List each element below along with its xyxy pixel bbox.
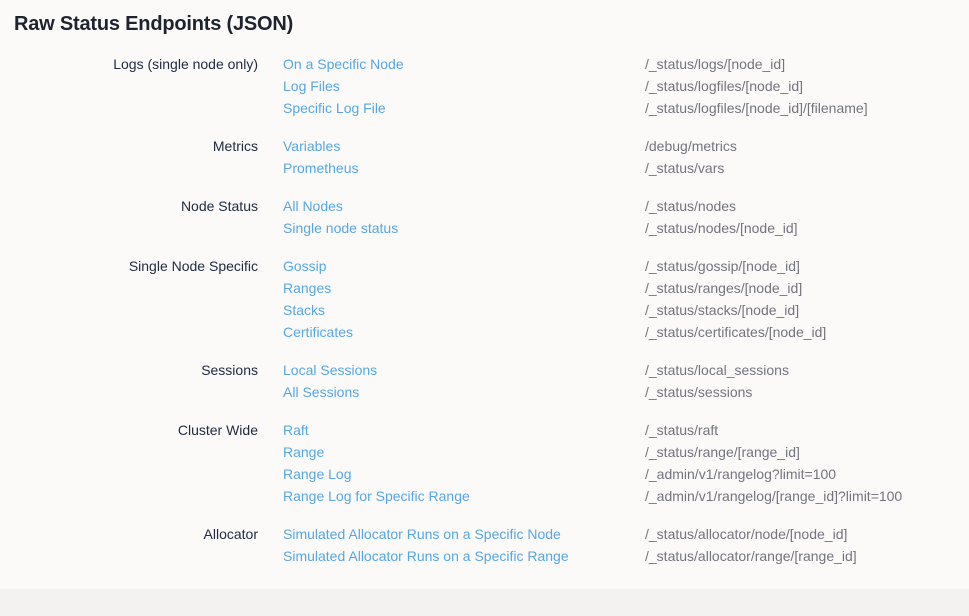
endpoint-links: GossipRangesStacksCertificates bbox=[283, 255, 645, 343]
endpoint-path: /_status/vars bbox=[645, 157, 969, 179]
endpoint-links: RaftRangeRange LogRange Log for Specific… bbox=[283, 419, 645, 507]
endpoint-link[interactable]: Simulated Allocator Runs on a Specific R… bbox=[283, 545, 645, 567]
endpoint-path: /_status/sessions bbox=[645, 381, 969, 403]
endpoint-link[interactable]: Variables bbox=[283, 135, 645, 157]
endpoint-link[interactable]: Local Sessions bbox=[283, 359, 645, 381]
endpoint-group: Single Node Specific GossipRangesStacksCe… bbox=[0, 255, 969, 343]
page-title: Raw Status Endpoints (JSON) bbox=[14, 13, 969, 36]
endpoint-path: /debug/metrics bbox=[645, 135, 969, 157]
endpoint-link[interactable]: Single node status bbox=[283, 217, 645, 239]
endpoint-paths: /debug/metrics/_status/vars bbox=[645, 135, 969, 179]
endpoint-path: /_status/nodes/[node_id] bbox=[645, 217, 969, 239]
endpoint-path: /_status/range/[range_id] bbox=[645, 441, 969, 463]
endpoint-paths: /_status/allocator/node/[node_id]/_statu… bbox=[645, 523, 969, 567]
category-label: Allocator bbox=[0, 523, 258, 567]
endpoint-link[interactable]: Log Files bbox=[283, 75, 645, 97]
endpoint-path: /_admin/v1/rangelog/[range_id]?limit=100 bbox=[645, 485, 969, 507]
endpoint-path: /_status/allocator/node/[node_id] bbox=[645, 523, 969, 545]
endpoint-path: /_admin/v1/rangelog?limit=100 bbox=[645, 463, 969, 485]
endpoint-link[interactable]: Prometheus bbox=[283, 157, 645, 179]
endpoint-link[interactable]: All Nodes bbox=[283, 195, 645, 217]
endpoint-link[interactable]: Range Log for Specific Range bbox=[283, 485, 645, 507]
endpoint-link[interactable]: All Sessions bbox=[283, 381, 645, 403]
endpoint-path: /_status/logfiles/[node_id] bbox=[645, 75, 969, 97]
endpoint-path: /_status/nodes bbox=[645, 195, 969, 217]
endpoint-link[interactable]: On a Specific Node bbox=[283, 53, 645, 75]
endpoint-links: All NodesSingle node status bbox=[283, 195, 645, 239]
endpoint-groups: Logs (single node only) On a Specific Nod… bbox=[0, 53, 969, 567]
endpoint-path: /_status/raft bbox=[645, 419, 969, 441]
endpoint-link[interactable]: Ranges bbox=[283, 277, 645, 299]
endpoint-path: /_status/gossip/[node_id] bbox=[645, 255, 969, 277]
endpoint-path: /_status/certificates/[node_id] bbox=[645, 321, 969, 343]
page: Raw Status Endpoints (JSON) Logs (single… bbox=[0, 13, 969, 616]
endpoint-links: Local SessionsAll Sessions bbox=[283, 359, 645, 403]
endpoint-link[interactable]: Certificates bbox=[283, 321, 645, 343]
endpoint-group: Allocator Simulated Allocator Runs on a S… bbox=[0, 523, 969, 567]
endpoint-links: On a Specific NodeLog FilesSpecific Log … bbox=[283, 53, 645, 119]
endpoint-paths: /_status/local_sessions/_status/sessions bbox=[645, 359, 969, 403]
endpoint-paths: /_status/raft/_status/range/[range_id]/_… bbox=[645, 419, 969, 507]
endpoint-link[interactable]: Raft bbox=[283, 419, 645, 441]
endpoint-path: /_status/logs/[node_id] bbox=[645, 53, 969, 75]
endpoint-links: Simulated Allocator Runs on a Specific N… bbox=[283, 523, 645, 567]
endpoint-group: Logs (single node only) On a Specific Nod… bbox=[0, 53, 969, 119]
endpoint-group: Sessions Local SessionsAll Sessions/_stat… bbox=[0, 359, 969, 403]
endpoint-path: /_status/allocator/range/[range_id] bbox=[645, 545, 969, 567]
category-label: Cluster Wide bbox=[0, 419, 258, 507]
endpoint-link[interactable]: Range Log bbox=[283, 463, 645, 485]
category-label: Metrics bbox=[0, 135, 258, 179]
category-label: Node Status bbox=[0, 195, 258, 239]
endpoint-paths: /_status/nodes/_status/nodes/[node_id] bbox=[645, 195, 969, 239]
endpoint-path: /_status/logfiles/[node_id]/[filename] bbox=[645, 97, 969, 119]
endpoint-path: /_status/ranges/[node_id] bbox=[645, 277, 969, 299]
endpoint-group: Metrics VariablesPrometheus/debug/metrics… bbox=[0, 135, 969, 179]
endpoint-paths: /_status/gossip/[node_id]/_status/ranges… bbox=[645, 255, 969, 343]
endpoint-group: Node Status All NodesSingle node status/_… bbox=[0, 195, 969, 239]
endpoint-paths: /_status/logs/[node_id]/_status/logfiles… bbox=[645, 53, 969, 119]
category-label: Single Node Specific bbox=[0, 255, 258, 343]
endpoint-link[interactable]: Simulated Allocator Runs on a Specific N… bbox=[283, 523, 645, 545]
endpoint-path: /_status/stacks/[node_id] bbox=[645, 299, 969, 321]
endpoint-group: Cluster Wide RaftRangeRange LogRange Log … bbox=[0, 419, 969, 507]
category-label: Sessions bbox=[0, 359, 258, 403]
endpoint-link[interactable]: Range bbox=[283, 441, 645, 463]
endpoint-link[interactable]: Specific Log File bbox=[283, 97, 645, 119]
endpoint-link[interactable]: Gossip bbox=[283, 255, 645, 277]
endpoint-path: /_status/local_sessions bbox=[645, 359, 969, 381]
endpoint-links: VariablesPrometheus bbox=[283, 135, 645, 179]
category-label: Logs (single node only) bbox=[0, 53, 258, 119]
endpoint-link[interactable]: Stacks bbox=[283, 299, 645, 321]
